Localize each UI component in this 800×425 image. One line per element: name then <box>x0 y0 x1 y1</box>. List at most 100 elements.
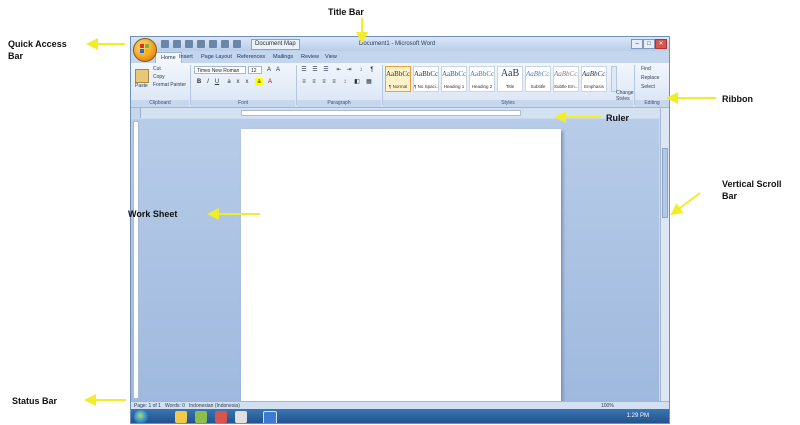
style-name: Heading 1 <box>443 84 465 89</box>
save-icon[interactable] <box>161 40 169 48</box>
tab-mailings[interactable]: Mailings <box>273 52 293 63</box>
tab-references[interactable]: References <box>237 52 265 63</box>
browser-icon[interactable] <box>215 411 227 423</box>
styles-group-label: Styles <box>383 100 633 107</box>
italic-icon[interactable]: I <box>204 78 212 86</box>
superscript-icon[interactable]: x <box>243 78 251 86</box>
increase-indent-icon[interactable]: ⇥ <box>345 66 353 74</box>
line-spacing-icon[interactable]: ↕ <box>341 78 349 86</box>
maximize-button[interactable]: □ <box>643 39 655 49</box>
scroll-thumb[interactable] <box>662 148 668 218</box>
sort-icon[interactable]: ↕ <box>357 66 365 74</box>
find-button[interactable]: Find <box>641 66 651 73</box>
style-emphasis[interactable]: AaBbCcDt Emphasis <box>581 66 607 92</box>
font-group-label: Font <box>191 100 295 107</box>
bullets-icon[interactable]: ☰ <box>300 66 308 74</box>
style-subtitle[interactable]: AaBbCc. Subtitle <box>525 66 551 92</box>
style-name: Subtle Em... <box>554 84 578 89</box>
format-painter-button[interactable]: Format Painter <box>153 82 186 89</box>
tab-insert[interactable]: Insert <box>179 52 193 63</box>
app-icon[interactable] <box>235 411 247 423</box>
print-icon[interactable] <box>221 40 229 48</box>
replace-button[interactable]: Replace <box>641 75 659 82</box>
strikethrough-icon[interactable]: a <box>225 78 233 86</box>
label-work-sheet: Work Sheet <box>128 209 178 219</box>
work-area <box>131 119 659 401</box>
paragraph-group-label: Paragraph <box>297 100 381 107</box>
style-sample: AaBbCc. <box>526 70 550 78</box>
style-sample: AaBbCc <box>470 70 494 78</box>
media-icon[interactable] <box>195 411 207 423</box>
ribbon: Paste Cut Copy Format Painter Clipboard … <box>131 63 669 108</box>
label-ribbon: Ribbon <box>722 94 753 104</box>
separator <box>190 65 191 105</box>
tab-view[interactable]: View <box>325 52 337 63</box>
decrease-indent-icon[interactable]: ⇤ <box>335 66 343 74</box>
style-name: Emphasis <box>584 84 604 89</box>
style-name: Title <box>505 84 515 89</box>
font-color-icon[interactable]: A <box>266 78 274 86</box>
ruler-text-area <box>241 110 521 116</box>
style-heading-1[interactable]: AaBbCc Heading 1 <box>441 66 467 92</box>
font-name-select[interactable]: Times New Roman <box>194 66 246 74</box>
new-icon[interactable] <box>197 40 205 48</box>
align-left-icon[interactable]: ≡ <box>300 78 308 86</box>
explorer-icon[interactable] <box>175 411 187 423</box>
word-taskbar-icon[interactable] <box>263 411 277 423</box>
document-map-button[interactable]: Document Map <box>251 39 300 50</box>
copy-button[interactable]: Copy <box>153 74 165 81</box>
numbering-icon[interactable]: ☰ <box>311 66 319 74</box>
shading-icon[interactable]: ◧ <box>353 78 361 86</box>
taskbar: 1:29 PM <box>131 409 669 423</box>
style-name: ¶ No Spaci... <box>414 84 438 89</box>
align-right-icon[interactable]: ≡ <box>320 78 328 86</box>
tab-page-layout[interactable]: Page Layout <box>201 52 232 63</box>
align-center-icon[interactable]: ≡ <box>310 78 318 86</box>
paste-button[interactable]: Paste <box>135 83 148 90</box>
tab-selector[interactable] <box>131 108 141 118</box>
borders-icon[interactable]: ▦ <box>365 78 373 86</box>
separator <box>634 65 635 105</box>
start-button[interactable] <box>134 410 148 423</box>
subscript-icon[interactable]: x <box>234 78 242 86</box>
multilevel-list-icon[interactable]: ☰ <box>322 66 330 74</box>
office-button[interactable] <box>133 38 157 62</box>
open-icon[interactable] <box>209 40 217 48</box>
style-sample: AaBbCcI <box>414 70 438 78</box>
style-no-spacing[interactable]: AaBbCcI ¶ No Spaci... <box>413 66 439 92</box>
window-title: Document1 - Microsoft Word <box>359 41 436 47</box>
styles-scroll[interactable] <box>611 66 617 92</box>
cut-button[interactable]: Cut <box>153 66 161 73</box>
separator <box>382 65 383 105</box>
select-button[interactable]: Select <box>641 84 655 91</box>
close-button[interactable]: ✕ <box>655 39 667 49</box>
office-logo-icon <box>140 44 149 53</box>
bold-icon[interactable]: B <box>195 78 203 86</box>
grow-font-icon[interactable]: A <box>265 66 273 74</box>
paste-icon[interactable] <box>135 69 149 83</box>
shrink-font-icon[interactable]: A <box>274 66 282 74</box>
clipboard-group-label: Clipboard <box>131 100 189 107</box>
show-formatting-icon[interactable]: ¶ <box>368 66 376 74</box>
style-heading-2[interactable]: AaBbCc Heading 2 <box>469 66 495 92</box>
preview-icon[interactable] <box>233 40 241 48</box>
style-title[interactable]: AaB Title <box>497 66 523 92</box>
document-page[interactable] <box>241 129 561 401</box>
vertical-scrollbar[interactable] <box>660 108 669 401</box>
tab-review[interactable]: Review <box>301 52 319 63</box>
style-subtle-emphasis[interactable]: AaBbCcDt Subtle Em... <box>553 66 579 92</box>
arrow-vertical-scroll-bar <box>670 192 701 216</box>
style-normal[interactable]: AaBbCcI ¶ Normal <box>385 66 411 92</box>
vertical-ruler <box>133 121 139 399</box>
font-size-select[interactable]: 12 <box>248 66 262 74</box>
justify-icon[interactable]: ≡ <box>330 78 338 86</box>
minimize-button[interactable]: – <box>631 39 643 49</box>
redo-icon[interactable] <box>185 40 193 48</box>
horizontal-ruler[interactable] <box>131 108 669 118</box>
style-sample: AaBbCc <box>442 70 466 78</box>
label-status-bar: Status Bar <box>12 396 58 406</box>
word-window: Document Map Document1 - Microsoft Word … <box>130 36 670 424</box>
underline-icon[interactable]: U <box>213 78 221 86</box>
undo-icon[interactable] <box>173 40 181 48</box>
highlight-icon[interactable]: a <box>255 78 263 86</box>
